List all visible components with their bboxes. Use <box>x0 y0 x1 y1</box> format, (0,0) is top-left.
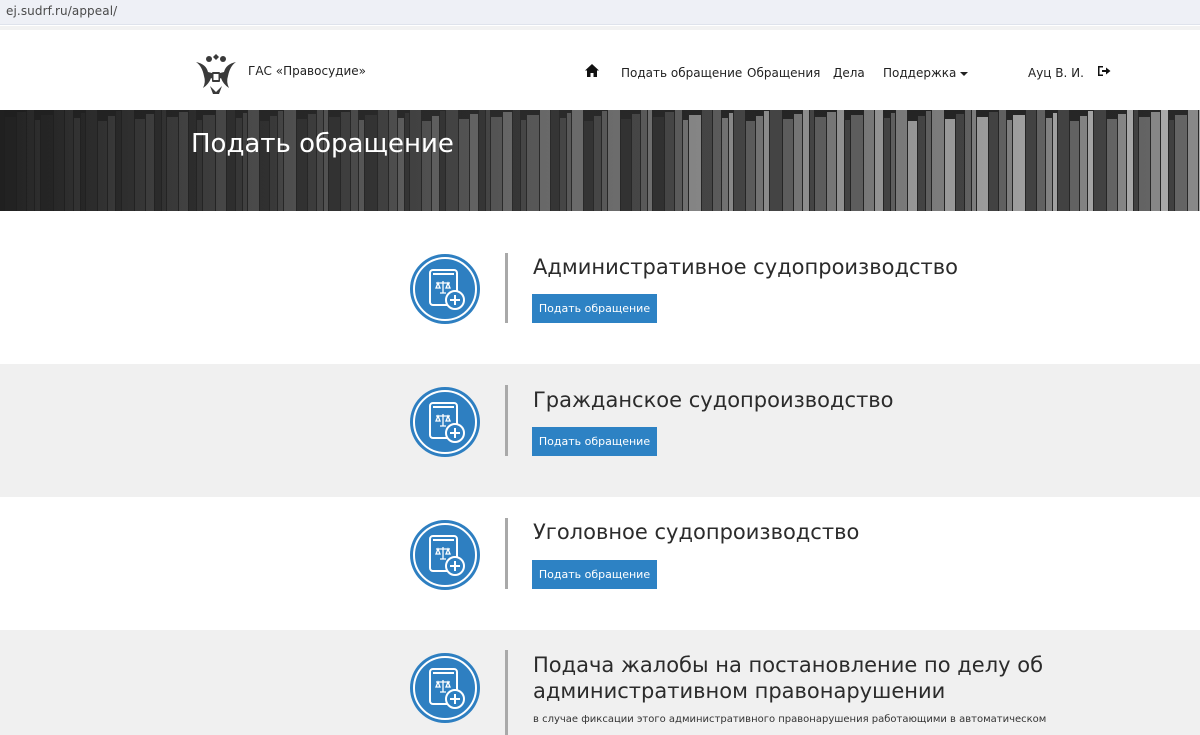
submit-appeal-button[interactable]: Подать обращение <box>532 560 657 589</box>
section-note: в случае фиксации этого административног… <box>533 714 1047 725</box>
section-admin-offense-complaint: Подача жалобы на постановление по делу о… <box>0 630 1200 735</box>
section-title: Гражданское судопроизводство <box>533 388 894 412</box>
url-text[interactable]: ej.sudrf.ru/appeal/ <box>6 4 117 18</box>
coat-of-arms-logo[interactable] <box>190 48 242 98</box>
address-bar[interactable]: ej.sudrf.ru/appeal/ <box>0 0 1200 25</box>
nav-cases[interactable]: Дела <box>833 66 865 80</box>
section-title: Административное судопроизводство <box>533 255 958 279</box>
section-administrative: Административное судопроизводство Подать… <box>0 211 1200 344</box>
divider <box>505 650 508 735</box>
chevron-down-icon <box>960 71 969 76</box>
divider <box>505 518 508 589</box>
case-file-add-icon <box>410 254 480 324</box>
user-name[interactable]: Ауц В. И. <box>1028 66 1084 80</box>
page-title: Подать обращение <box>191 129 454 159</box>
case-file-add-icon <box>410 520 480 590</box>
section-title: Уголовное судопроизводство <box>533 520 860 544</box>
divider <box>505 253 508 323</box>
divider <box>505 385 508 456</box>
nav-appeals[interactable]: Обращения <box>747 66 820 80</box>
case-file-add-icon <box>410 653 480 723</box>
section-title-line-1: Подача жалобы на постановление по делу о… <box>533 653 1044 677</box>
nav-support-label: Поддержка <box>883 66 957 80</box>
site-header: ГАС «Правосудие» Подать обращение Обраще… <box>0 26 1200 110</box>
logout-icon[interactable] <box>1097 65 1111 77</box>
nav-submit-appeal[interactable]: Подать обращение <box>621 66 742 80</box>
brand-name[interactable]: ГАС «Правосудие» <box>248 64 366 78</box>
case-file-add-icon <box>410 387 480 457</box>
archive-shelves-image <box>0 110 1200 211</box>
page-banner: Подать обращение <box>0 110 1200 211</box>
submit-appeal-button[interactable]: Подать обращение <box>532 427 657 456</box>
home-icon[interactable] <box>585 64 599 77</box>
nav-support[interactable]: Поддержка <box>883 66 969 80</box>
section-criminal: Уголовное судопроизводство Подать обраще… <box>0 497 1200 630</box>
section-title-line-2: административном правонарушении <box>533 679 946 703</box>
submit-appeal-button[interactable]: Подать обращение <box>532 294 657 323</box>
section-civil: Гражданское судопроизводство Подать обра… <box>0 364 1200 497</box>
